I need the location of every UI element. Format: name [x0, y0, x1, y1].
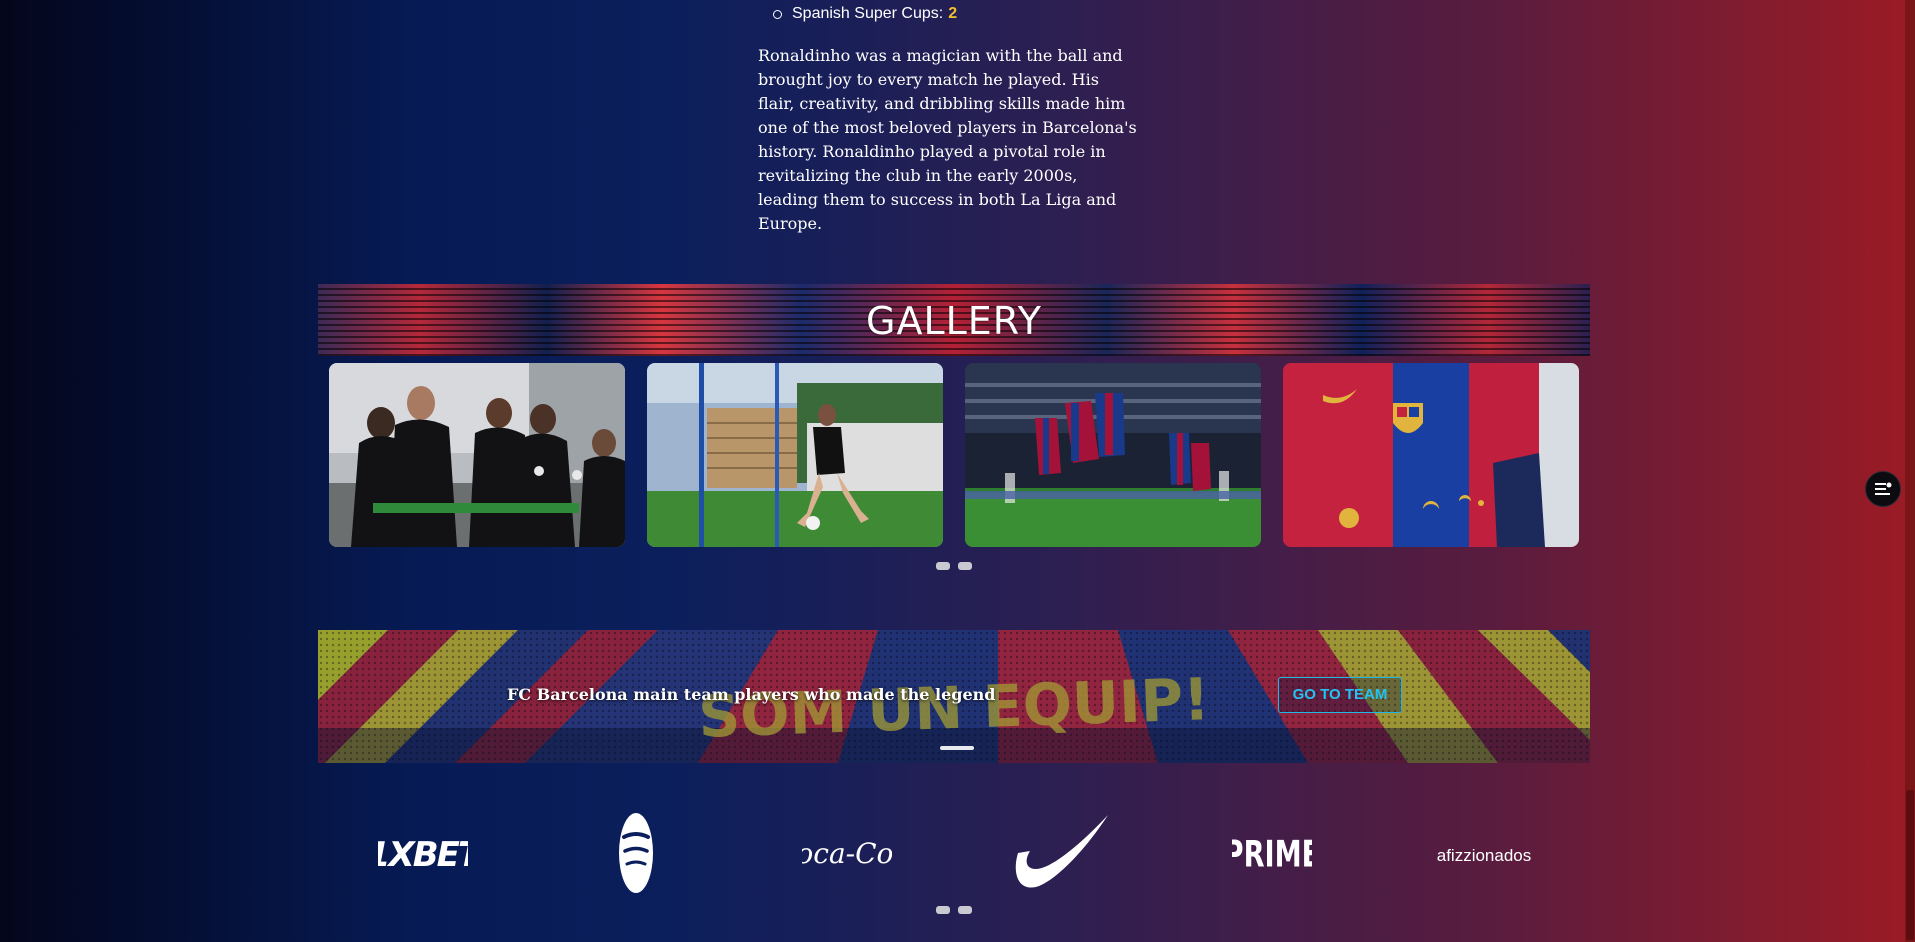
sponsors-page-dot-1[interactable] [936, 906, 950, 914]
scrollbar-thumb[interactable] [1906, 790, 1914, 940]
training-players-photo [329, 363, 625, 547]
sponsor-coca-cola[interactable]: Coca-Cola [787, 805, 907, 901]
barca-jersey-detail-photo [1283, 363, 1579, 547]
afizzionados-logo-text: afizzionados [1437, 846, 1532, 865]
sponsor-afizzionados[interactable]: afizzionados [1424, 805, 1544, 901]
sponsors-page-dot-2[interactable] [958, 906, 972, 914]
gallery-pagination [936, 562, 972, 570]
list-bullet-icon [773, 9, 782, 19]
afizzionados-logo: afizzionados [1437, 846, 1532, 865]
floating-menu-button[interactable] [1865, 471, 1901, 507]
gallery-image-1[interactable] [329, 363, 625, 547]
coca-cola-logo: Coca-Cola [802, 837, 892, 870]
prime-logo: PRIME [1232, 833, 1312, 876]
sponsors-pagination [936, 906, 972, 914]
team-banner-indicator [940, 746, 974, 750]
gallery-carousel[interactable] [329, 363, 1579, 547]
menu-icon [1875, 482, 1892, 495]
player-training-pitch-photo [647, 363, 943, 547]
spotify-logo [619, 813, 653, 893]
gallery-page-dot-1[interactable] [936, 562, 950, 570]
gallery-banner: GALLERY [318, 284, 1590, 356]
player-bio: Ronaldinho was a magician with the ball … [758, 46, 1137, 233]
gallery-image-4[interactable] [1283, 363, 1579, 547]
gallery-title: GALLERY [866, 299, 1042, 343]
1xbet-logo: 1XBET [378, 835, 468, 875]
team-banner: SOM UN EQUIP! FC Barcelona main team pla… [318, 630, 1590, 763]
1xbet-logo-text: 1XBET [378, 835, 468, 875]
sponsor-prime[interactable]: PRIME [1212, 805, 1332, 901]
gallery-page-dot-2[interactable] [958, 562, 972, 570]
gallery-image-3[interactable] [965, 363, 1261, 547]
honours-item-value: 2 [948, 5, 958, 22]
coca-cola-logo-text: Coca-Cola [802, 837, 892, 870]
page-scrollbar[interactable] [1905, 0, 1915, 942]
gallery-image-2[interactable] [647, 363, 943, 547]
go-to-team-button[interactable]: GO TO TEAM [1278, 677, 1402, 713]
sponsor-1xbet[interactable]: 1XBET [363, 805, 483, 901]
sponsor-spotify[interactable] [576, 805, 696, 901]
sponsor-nike[interactable] [1000, 805, 1120, 901]
team-banner-text: FC Barcelona main team players who made … [507, 685, 996, 704]
honours-item-label: Spanish Super Cups: [792, 5, 944, 22]
nike-swoosh-logo [1015, 815, 1108, 888]
prime-logo-text: PRIME [1232, 833, 1312, 876]
match-celebration-photo [965, 363, 1261, 547]
honours-list-item: Spanish Super Cups: 2 [773, 5, 957, 23]
